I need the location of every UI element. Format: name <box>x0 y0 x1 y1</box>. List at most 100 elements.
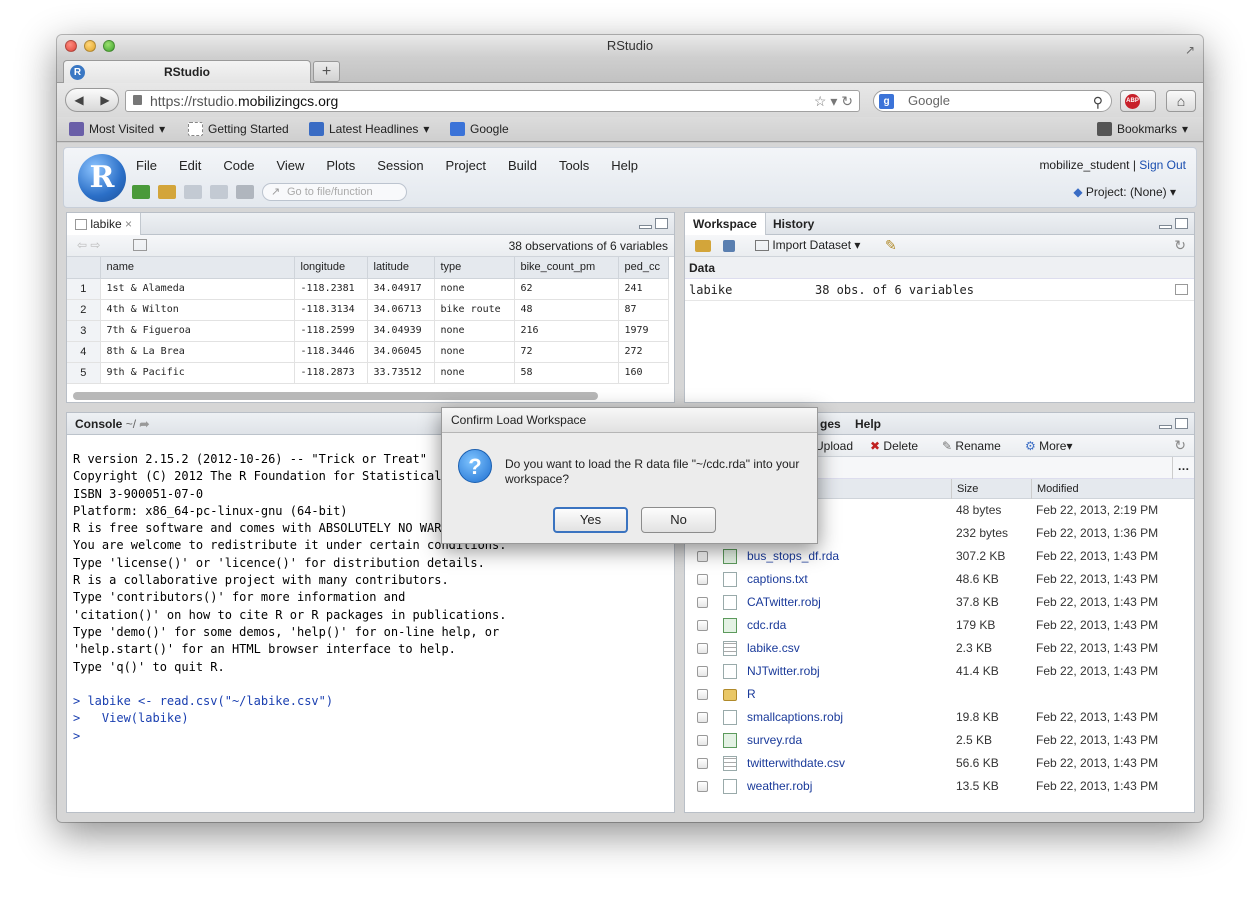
menu-build[interactable]: Build <box>508 158 537 173</box>
column-header[interactable]: name <box>100 257 295 279</box>
file-name-link[interactable]: survey.rda <box>747 729 802 752</box>
horizontal-scrollbar[interactable] <box>73 392 598 400</box>
file-checkbox[interactable] <box>697 620 708 631</box>
minimize-pane-icon[interactable] <box>639 225 652 229</box>
popout-icon[interactable] <box>133 239 147 251</box>
nav-arrows-icon[interactable]: ⇦ ⇨ <box>77 238 100 252</box>
yes-button[interactable]: Yes <box>553 507 628 533</box>
browser-tab[interactable]: R RStudio <box>63 60 311 84</box>
minimize-pane-icon[interactable] <box>1159 425 1172 429</box>
file-checkbox[interactable] <box>697 735 708 746</box>
file-row[interactable]: weather.robj 13.5 KB Feb 22, 2013, 1:43 PM <box>685 775 1194 798</box>
tab-workspace[interactable]: Workspace <box>685 213 766 235</box>
file-checkbox[interactable] <box>697 758 708 769</box>
go-to-dir-icon[interactable]: ➦ <box>139 417 149 431</box>
folder-name-link[interactable]: R <box>747 683 756 706</box>
column-header[interactable]: longitude <box>294 257 368 279</box>
menu-plots[interactable]: Plots <box>326 158 355 173</box>
menu-view[interactable]: View <box>276 158 304 173</box>
file-row[interactable]: bus_stops_df.rda 307.2 KB Feb 22, 2013, 1:… <box>685 545 1194 568</box>
search-icon[interactable]: ⚲ <box>1093 92 1103 112</box>
file-checkbox[interactable] <box>697 781 708 792</box>
file-checkbox[interactable] <box>697 643 708 654</box>
go-to-function-input[interactable]: Go to file/function <box>262 183 407 201</box>
file-name-link[interactable]: bus_stops_df.rda <box>747 545 839 568</box>
zoom-window-icon[interactable] <box>103 40 115 52</box>
bookmark-latest-headlines[interactable]: Latest Headlines ▾ <box>309 122 429 136</box>
bookmarks-menu[interactable]: Bookmarks ▾ <box>1097 122 1188 136</box>
home-button[interactable]: ⌂ <box>1166 90 1196 112</box>
new-file-icon[interactable] <box>132 185 150 199</box>
menu-edit[interactable]: Edit <box>179 158 201 173</box>
sign-out-link[interactable]: Sign Out <box>1139 158 1186 172</box>
file-name-link[interactable]: twitterwithdate.csv <box>747 752 845 775</box>
menu-session[interactable]: Session <box>377 158 423 173</box>
tab-labike[interactable]: labike × <box>67 213 142 235</box>
file-row[interactable]: survey.rda 2.5 KB Feb 22, 2013, 1:43 PM <box>685 729 1194 752</box>
close-tab-icon[interactable]: × <box>125 217 132 231</box>
maximize-pane-icon[interactable] <box>1175 418 1188 429</box>
menu-project[interactable]: Project <box>446 158 486 173</box>
file-row[interactable]: R <box>685 683 1194 706</box>
size-column-header[interactable]: Size <box>951 479 978 499</box>
menu-file[interactable]: File <box>136 158 157 173</box>
column-header[interactable]: bike_count_pm <box>514 257 619 279</box>
close-window-icon[interactable] <box>65 40 77 52</box>
bookmark-most-visited[interactable]: Most Visited ▾ <box>69 122 165 136</box>
bookmark-google[interactable]: Google <box>450 122 509 136</box>
open-file-icon[interactable] <box>158 185 176 199</box>
file-row[interactable]: captions.txt 48.6 KB Feb 22, 2013, 1:43 PM <box>685 568 1194 591</box>
file-name-link[interactable]: captions.txt <box>747 568 808 591</box>
search-field[interactable]: g Google ⚲ <box>873 90 1112 112</box>
file-row[interactable]: cdc.rda 179 KB Feb 22, 2013, 1:43 PM <box>685 614 1194 637</box>
bookmark-star-icon[interactable]: ☆ <box>814 93 827 109</box>
file-name-link[interactable]: labike.csv <box>747 637 800 660</box>
minimize-pane-icon[interactable] <box>1159 225 1172 229</box>
tab-console[interactable]: Console ~/ ➦ <box>67 413 157 435</box>
console-prompt[interactable]: > <box>73 728 668 745</box>
delete-button[interactable]: ✖ Delete <box>870 439 918 453</box>
more-button[interactable]: ⚙ More▾ <box>1025 439 1072 453</box>
file-name-link[interactable]: CATwitter.robj <box>747 591 821 614</box>
file-name-link[interactable]: smallcaptions.robj <box>747 706 843 729</box>
file-name-link[interactable]: cdc.rda <box>747 614 786 637</box>
tab-help[interactable]: Help <box>847 413 889 435</box>
file-checkbox[interactable] <box>697 712 708 723</box>
bookmark-getting-started[interactable]: Getting Started <box>188 122 289 136</box>
file-row[interactable]: smallcaptions.robj 19.8 KB Feb 22, 2013, 1… <box>685 706 1194 729</box>
save-workspace-icon[interactable] <box>723 240 735 252</box>
more-options-icon[interactable]: … <box>1172 457 1194 479</box>
tab-history[interactable]: History <box>765 213 822 235</box>
file-name-link[interactable]: NJTwitter.robj <box>747 660 820 683</box>
file-row[interactable]: CATwitter.robj 37.8 KB Feb 22, 2013, 1:43 … <box>685 591 1194 614</box>
reload-icon[interactable]: ↻ <box>841 93 853 109</box>
menu-code[interactable]: Code <box>223 158 254 173</box>
refresh-icon[interactable]: ↻ <box>1174 437 1186 454</box>
column-header[interactable]: latitude <box>367 257 435 279</box>
file-row[interactable]: NJTwitter.robj 41.4 KB Feb 22, 2013, 1:43 … <box>685 660 1194 683</box>
menu-tools[interactable]: Tools <box>559 158 589 173</box>
clear-broom-icon[interactable]: ✎ <box>885 237 897 254</box>
file-checkbox[interactable] <box>697 597 708 608</box>
import-dataset-button[interactable]: Import Dataset ▾ <box>755 238 860 252</box>
file-checkbox[interactable] <box>697 551 708 562</box>
back-icon[interactable]: ◀ <box>66 93 92 107</box>
project-menu[interactable]: ◆ Project: (None) ▾ <box>1073 185 1176 199</box>
maximize-pane-icon[interactable] <box>1175 218 1188 229</box>
adblock-button[interactable]: ABP <box>1120 90 1156 112</box>
file-row[interactable]: twitterwithdate.csv 56.6 KB Feb 22, 2013, … <box>685 752 1194 775</box>
file-name-link[interactable]: weather.robj <box>747 775 812 798</box>
rename-button[interactable]: ✎ Rename <box>942 439 1001 453</box>
no-button[interactable]: No <box>641 507 716 533</box>
forward-icon[interactable]: ▶ <box>92 93 118 107</box>
google-engine-icon[interactable]: g <box>879 94 894 109</box>
save-icon[interactable] <box>184 185 202 199</box>
menu-help[interactable]: Help <box>611 158 638 173</box>
file-checkbox[interactable] <box>697 689 708 700</box>
file-checkbox[interactable] <box>697 574 708 585</box>
workspace-item[interactable]: labike 38 obs. of 6 variables <box>685 279 1194 301</box>
save-all-icon[interactable] <box>210 185 228 199</box>
view-data-icon[interactable] <box>1175 284 1188 295</box>
load-workspace-icon[interactable] <box>695 240 711 252</box>
url-bar[interactable]: https://rstudio.mobilizingcs.org ☆ ▾ ↻ <box>125 90 860 112</box>
